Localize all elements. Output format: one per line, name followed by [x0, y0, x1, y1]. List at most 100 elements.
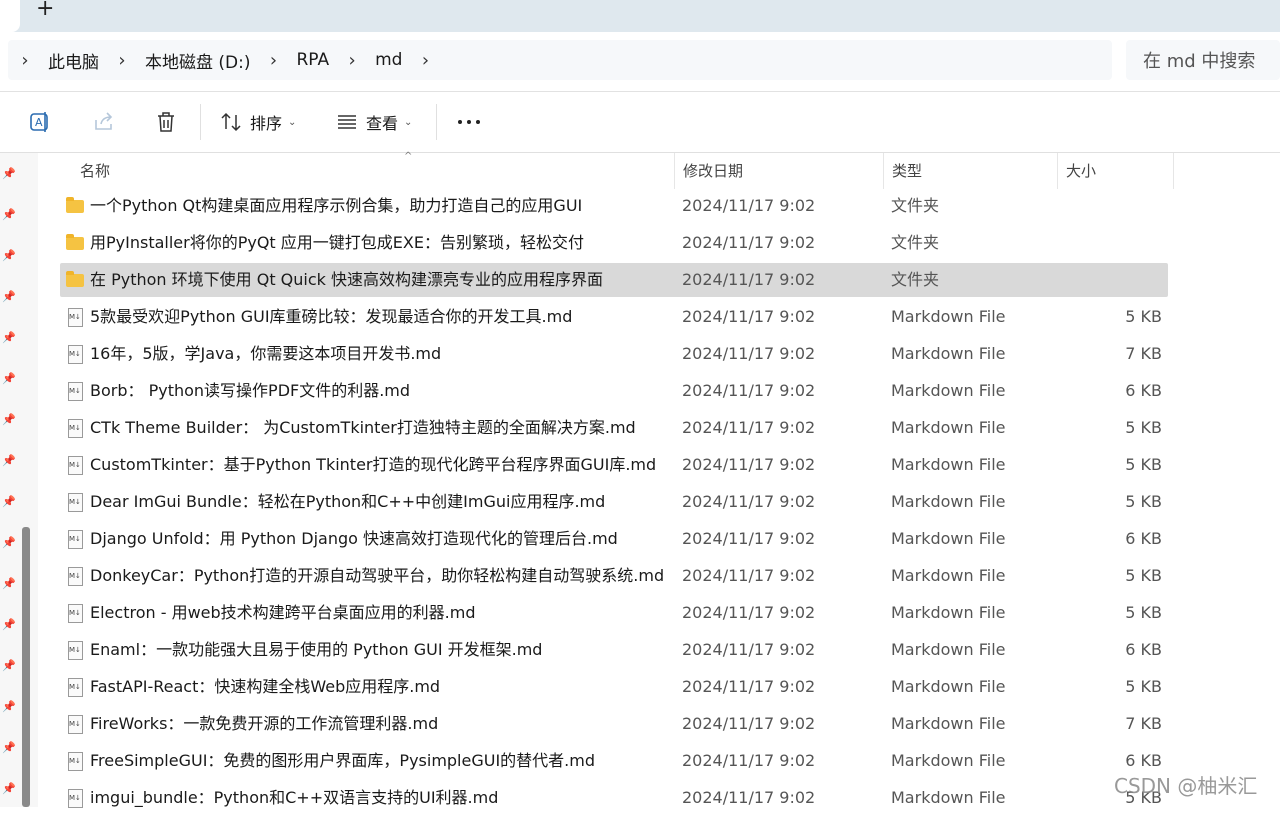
search-input[interactable]: 在 md 中搜索	[1126, 40, 1280, 80]
file-name: 在 Python 环境下使用 Qt Quick 快速高效构建漂亮专业的应用程序界…	[90, 270, 604, 289]
markdown-file-icon	[68, 715, 83, 734]
breadcrumb-item-md[interactable]: md	[369, 50, 408, 70]
breadcrumb-item-drive-d[interactable]: 本地磁盘 (D:)	[139, 48, 257, 73]
markdown-file-icon	[68, 419, 83, 438]
file-date: 2024/11/17 9:02	[682, 344, 816, 363]
file-name: 一个Python Qt构建桌面应用程序示例合集，助力打造自己的应用GUI	[90, 196, 583, 215]
file-type: Markdown File	[891, 418, 1006, 437]
sort-button[interactable]: 排序 ⌄	[220, 104, 296, 140]
folder-row-selected[interactable]: 在 Python 环境下使用 Qt Quick 快速高效构建漂亮专业的应用程序界…	[60, 263, 1168, 297]
sort-icon	[221, 112, 241, 132]
file-row[interactable]: FireWorks：一款免费开源的工作流管理利器.md 2024/11/17 9…	[60, 707, 1168, 741]
tab-strip: +	[0, 0, 1280, 32]
file-name: FireWorks：一款免费开源的工作流管理利器.md	[90, 714, 439, 733]
file-size: 5 KB	[1125, 455, 1162, 474]
file-row[interactable]: Dear ImGui Bundle：轻松在Python和C++中创建ImGui应…	[60, 485, 1168, 519]
folder-icon	[66, 197, 84, 213]
file-row[interactable]: 16年，5版，学Java，你需要这本项目开发书.md 2024/11/17 9:…	[60, 337, 1168, 371]
file-type: 文件夹	[891, 233, 940, 252]
file-size: 5 KB	[1125, 418, 1162, 437]
file-type: Markdown File	[891, 344, 1006, 363]
chevron-down-icon: ⌄	[288, 116, 297, 128]
address-row: › 此电脑 › 本地磁盘 (D:) › RPA › md › 在 md 中搜索	[0, 32, 1280, 92]
file-row[interactable]: Django Unfold：用 Python Django 快速高效打造现代化的…	[60, 522, 1168, 556]
chevron-right-icon[interactable]: ›	[265, 50, 283, 71]
file-date: 2024/11/17 9:02	[682, 418, 816, 437]
breadcrumb-item-rpa[interactable]: RPA	[291, 50, 336, 70]
markdown-file-icon	[68, 493, 83, 512]
file-type: Markdown File	[891, 529, 1006, 548]
file-row[interactable]: CustomTkinter：基于Python Tkinter打造的现代化跨平台程…	[60, 448, 1168, 482]
file-date: 2024/11/17 9:02	[682, 566, 816, 585]
column-divider[interactable]	[1057, 153, 1058, 189]
file-date: 2024/11/17 9:02	[682, 307, 816, 326]
new-tab-icon[interactable]: +	[36, 0, 54, 21]
column-type[interactable]: 类型	[892, 153, 922, 189]
file-type: 文件夹	[891, 270, 940, 289]
pin-icon: 📌	[2, 782, 16, 795]
view-icon	[338, 115, 356, 129]
file-size: 6 KB	[1125, 529, 1162, 548]
file-name: DonkeyCar：Python打造的开源自动驾驶平台，助你轻松构建自动驾驶系统…	[90, 566, 665, 585]
breadcrumb[interactable]: › 此电脑 › 本地磁盘 (D:) › RPA › md ›	[8, 40, 1112, 80]
file-date: 2024/11/17 9:02	[682, 529, 816, 548]
file-name: Dear ImGui Bundle：轻松在Python和C++中创建ImGui应…	[90, 492, 606, 511]
file-row[interactable]: FastAPI-React：快速构建全栈Web应用程序.md 2024/11/1…	[60, 670, 1168, 704]
pin-icon: 📌	[2, 454, 16, 467]
file-date: 2024/11/17 9:02	[682, 196, 816, 215]
markdown-file-icon	[68, 752, 83, 771]
file-row[interactable]: Borb： Python读写操作PDF文件的利器.md 2024/11/17 9…	[60, 374, 1168, 408]
file-date: 2024/11/17 9:02	[682, 270, 816, 289]
column-divider[interactable]	[674, 153, 675, 189]
folder-row[interactable]: 用PyInstaller将你的PyQt 应用一键打包成EXE：告别繁琐，轻松交付…	[60, 226, 1168, 260]
navigation-pane[interactable]: 📌 📌 📌 📌 📌 📌 📌 📌 📌 📌 📌 📌 📌 📌 📌 📌	[0, 153, 38, 807]
pin-icon: 📌	[2, 372, 16, 385]
file-row[interactable]: imgui_bundle：Python和C++双语言支持的UI利器.md 202…	[60, 781, 1168, 815]
toolbar-separator	[200, 104, 201, 140]
file-name: FreeSimpleGUI：免费的图形用户界面库，PysimpleGUI的替代者…	[90, 751, 596, 770]
file-row[interactable]: 5款最受欢迎Python GUI库重磅比较：发现最适合你的开发工具.md 202…	[60, 300, 1168, 334]
markdown-file-icon	[68, 678, 83, 697]
column-divider[interactable]	[883, 153, 884, 189]
file-row[interactable]: CTk Theme Builder： 为CustomTkinter打造独特主题的…	[60, 411, 1168, 445]
file-name: 5款最受欢迎Python GUI库重磅比较：发现最适合你的开发工具.md	[90, 307, 573, 326]
chevron-right-icon[interactable]: ›	[113, 50, 131, 71]
column-divider[interactable]	[1173, 153, 1174, 189]
chevron-right-icon[interactable]: ›	[16, 50, 34, 71]
file-name: Enaml：一款功能强大且易于使用的 Python GUI 开发框架.md	[90, 640, 543, 659]
breadcrumb-item-this-pc[interactable]: 此电脑	[42, 48, 105, 73]
file-row[interactable]: Enaml：一款功能强大且易于使用的 Python GUI 开发框架.md 20…	[60, 633, 1168, 667]
pin-icon: 📌	[2, 577, 16, 590]
column-name[interactable]: 名称	[80, 153, 110, 189]
column-modified[interactable]: 修改日期	[683, 153, 743, 189]
chevron-right-icon[interactable]: ›	[416, 50, 434, 71]
pin-icon: 📌	[2, 536, 16, 549]
file-date: 2024/11/17 9:02	[682, 381, 816, 400]
file-date: 2024/11/17 9:02	[682, 714, 816, 733]
trash-icon	[158, 112, 174, 132]
markdown-file-icon	[68, 345, 83, 364]
file-date: 2024/11/17 9:02	[682, 233, 816, 252]
rename-button[interactable]: A	[28, 104, 52, 140]
delete-button[interactable]	[154, 104, 178, 140]
column-size[interactable]: 大小	[1066, 153, 1096, 189]
file-row[interactable]: FreeSimpleGUI：免费的图形用户界面库，PysimpleGUI的替代者…	[60, 744, 1168, 778]
pin-icon: 📌	[2, 659, 16, 672]
file-row[interactable]: Electron - 用web技术构建跨平台桌面应用的利器.md 2024/11…	[60, 596, 1168, 630]
chevron-right-icon[interactable]: ›	[343, 50, 361, 71]
file-date: 2024/11/17 9:02	[682, 603, 816, 622]
more-options-button[interactable]	[456, 104, 482, 140]
toolbar-separator	[436, 104, 437, 140]
view-button[interactable]: 查看 ⌄	[336, 104, 412, 140]
sort-label: 排序	[250, 114, 283, 133]
file-size: 6 KB	[1125, 381, 1162, 400]
view-label: 查看	[366, 114, 399, 133]
file-row[interactable]: DonkeyCar：Python打造的开源自动驾驶平台，助你轻松构建自动驾驶系统…	[60, 559, 1168, 593]
file-type: Markdown File	[891, 381, 1006, 400]
scrollbar-thumb[interactable]	[22, 527, 30, 807]
markdown-file-icon	[68, 641, 83, 660]
file-name: Electron - 用web技术构建跨平台桌面应用的利器.md	[90, 603, 476, 622]
share-button[interactable]	[92, 104, 116, 140]
folder-row[interactable]: 一个Python Qt构建桌面应用程序示例合集，助力打造自己的应用GUI 202…	[60, 189, 1168, 223]
file-type: Markdown File	[891, 492, 1006, 511]
